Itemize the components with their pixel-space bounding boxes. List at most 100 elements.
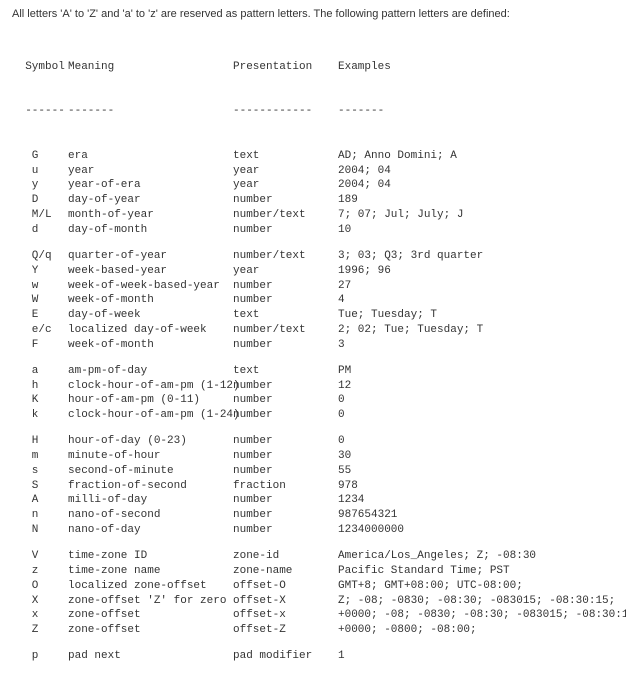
table-divider-row: ------ ------- ------------ ------- xyxy=(12,104,614,119)
cell-symbol: E xyxy=(12,308,68,323)
cell-meaning: day-of-month xyxy=(68,223,233,238)
cell-symbol: D xyxy=(12,193,68,208)
cell-symbol: y xyxy=(12,178,68,193)
cell-presentation: number/text xyxy=(233,323,338,338)
cell-symbol: G xyxy=(12,149,68,164)
cell-presentation: number xyxy=(233,279,338,294)
group-gap xyxy=(12,353,614,364)
cell-symbol: F xyxy=(12,338,68,353)
cell-meaning: localized day-of-week xyxy=(68,323,233,338)
table-row: M/Lmonth-of-yearnumber/text7; 07; Jul; J… xyxy=(12,208,614,223)
header-meaning: Meaning xyxy=(68,60,233,75)
cell-examples: Z; -08; -0830; -08:30; -083015; -08:30:1… xyxy=(338,594,615,609)
cell-meaning: second-of-minute xyxy=(68,464,233,479)
table-row: Yweek-based-yearyear1996; 96 xyxy=(12,264,614,279)
cell-presentation: number xyxy=(233,408,338,423)
cell-examples: 7; 07; Jul; July; J xyxy=(338,208,614,223)
table-row: wweek-of-week-based-yearnumber27 xyxy=(12,279,614,294)
cell-examples: 27 xyxy=(338,279,614,294)
cell-examples: PM xyxy=(338,364,614,379)
cell-presentation: number xyxy=(233,338,338,353)
table-row: dday-of-monthnumber10 xyxy=(12,223,614,238)
cell-examples: 987654321 xyxy=(338,508,614,523)
cell-symbol: p xyxy=(12,649,68,664)
cell-examples: 2004; 04 xyxy=(338,178,614,193)
table-row: Khour-of-am-pm (0-11)number0 xyxy=(12,393,614,408)
intro-text: All letters 'A' to 'Z' and 'a' to 'z' ar… xyxy=(12,8,614,20)
cell-presentation: number xyxy=(233,464,338,479)
cell-examples: 3 xyxy=(338,338,614,353)
cell-examples: 1996; 96 xyxy=(338,264,614,279)
cell-presentation: pad modifier xyxy=(233,649,338,664)
cell-meaning: milli-of-day xyxy=(68,493,233,508)
cell-meaning: nano-of-day xyxy=(68,523,233,538)
cell-meaning: pad next xyxy=(68,649,233,664)
table-row: hclock-hour-of-am-pm (1-12)number12 xyxy=(12,379,614,394)
table-row: Hhour-of-day (0-23)number0 xyxy=(12,434,614,449)
cell-examples: America/Los_Angeles; Z; -08:30 xyxy=(338,549,614,564)
cell-presentation: number xyxy=(233,493,338,508)
cell-meaning: week-of-month xyxy=(68,338,233,353)
cell-symbol: s xyxy=(12,464,68,479)
cell-examples: 2004; 04 xyxy=(338,164,614,179)
cell-examples: 978 xyxy=(338,479,614,494)
table-row: mminute-of-hournumber30 xyxy=(12,449,614,464)
cell-presentation: number/text xyxy=(233,208,338,223)
cell-presentation: year xyxy=(233,178,338,193)
table-row: yyear-of-erayear2004; 04 xyxy=(12,178,614,193)
cell-examples: 30 xyxy=(338,449,614,464)
cell-symbol: S xyxy=(12,479,68,494)
table-row: aam-pm-of-daytextPM xyxy=(12,364,614,379)
cell-meaning: hour-of-day (0-23) xyxy=(68,434,233,449)
cell-symbol: X xyxy=(12,594,68,609)
pattern-letters-table: Symbol Meaning Presentation Examples ---… xyxy=(12,30,614,679)
cell-symbol: w xyxy=(12,279,68,294)
cell-meaning: week-of-month xyxy=(68,293,233,308)
cell-meaning: year xyxy=(68,164,233,179)
divider: ------- xyxy=(68,104,233,119)
table-row: Eday-of-weektextTue; Tuesday; T xyxy=(12,308,614,323)
cell-symbol: a xyxy=(12,364,68,379)
table-row: Dday-of-yearnumber189 xyxy=(12,193,614,208)
cell-meaning: minute-of-hour xyxy=(68,449,233,464)
cell-presentation: year xyxy=(233,164,338,179)
cell-examples: GMT+8; GMT+08:00; UTC-08:00; xyxy=(338,579,614,594)
cell-meaning: zone-offset xyxy=(68,608,233,623)
cell-examples: 10 xyxy=(338,223,614,238)
cell-symbol: N xyxy=(12,523,68,538)
table-row: Q/qquarter-of-yearnumber/text3; 03; Q3; … xyxy=(12,249,614,264)
cell-symbol: d xyxy=(12,223,68,238)
cell-presentation: year xyxy=(233,264,338,279)
divider: ------------ xyxy=(233,104,338,119)
cell-examples: 1 xyxy=(338,649,614,664)
table-row: uyearyear2004; 04 xyxy=(12,164,614,179)
header-symbol: Symbol xyxy=(12,60,68,75)
cell-meaning: week-based-year xyxy=(68,264,233,279)
cell-presentation: number xyxy=(233,393,338,408)
table-header-row: Symbol Meaning Presentation Examples xyxy=(12,60,614,75)
cell-symbol: K xyxy=(12,393,68,408)
cell-presentation: number xyxy=(233,434,338,449)
group-gap xyxy=(12,538,614,549)
cell-examples: 12 xyxy=(338,379,614,394)
table-row: Nnano-of-daynumber1234000000 xyxy=(12,523,614,538)
header-presentation: Presentation xyxy=(233,60,338,75)
cell-symbol: Y xyxy=(12,264,68,279)
cell-meaning: am-pm-of-day xyxy=(68,364,233,379)
cell-symbol: u xyxy=(12,164,68,179)
table-row: ztime-zone namezone-namePacific Standard… xyxy=(12,564,614,579)
cell-meaning: month-of-year xyxy=(68,208,233,223)
cell-presentation: number/text xyxy=(233,249,338,264)
cell-symbol: Z xyxy=(12,623,68,638)
cell-symbol: A xyxy=(12,493,68,508)
cell-meaning: week-of-week-based-year xyxy=(68,279,233,294)
cell-meaning: time-zone name xyxy=(68,564,233,579)
table-row: ppad nextpad modifier1 xyxy=(12,649,614,664)
table-row: ssecond-of-minutenumber55 xyxy=(12,464,614,479)
group-gap xyxy=(12,423,614,434)
cell-symbol: M/L xyxy=(12,208,68,223)
cell-symbol: H xyxy=(12,434,68,449)
cell-symbol: k xyxy=(12,408,68,423)
cell-presentation: text xyxy=(233,149,338,164)
cell-meaning: localized zone-offset xyxy=(68,579,233,594)
